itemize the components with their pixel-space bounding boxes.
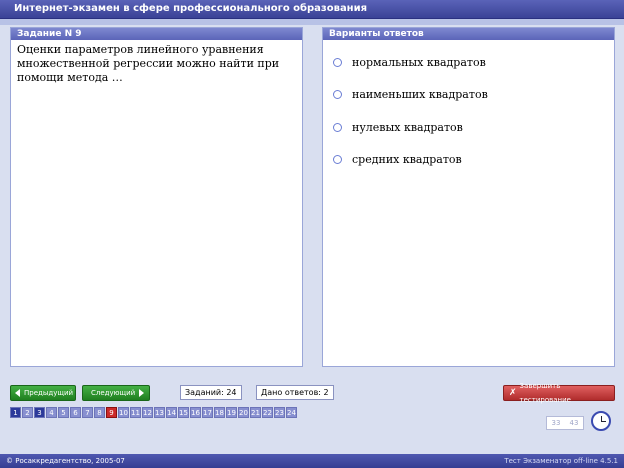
status-footer: © Росаккредагентство, 2005-07 Тест Экзам… [0, 454, 624, 468]
next-button[interactable]: Следующий [82, 385, 150, 401]
question-number-button[interactable]: 10 [118, 407, 129, 418]
question-number-button[interactable]: 14 [166, 407, 177, 418]
question-text: Оценки параметров линейного уравнения мн… [17, 43, 280, 84]
prev-button[interactable]: Предыдущий [10, 385, 76, 401]
question-number-button[interactable]: 16 [190, 407, 201, 418]
answer-option-3[interactable]: нулевых квадратов [333, 121, 463, 134]
radio-icon[interactable] [333, 90, 342, 99]
question-number-button[interactable]: 24 [286, 407, 297, 418]
question-number-button[interactable]: 21 [250, 407, 261, 418]
answer-option-4[interactable]: средних квадратов [333, 153, 462, 166]
question-panel-header: Задание N 9 [11, 28, 302, 40]
answers-given-count: Дано ответов: 2 [256, 385, 334, 400]
timer-minutes: 33 [551, 419, 561, 427]
question-number-button[interactable]: 23 [274, 407, 285, 418]
arrow-right-icon [139, 389, 145, 397]
title-underbar [0, 19, 624, 25]
arrow-left-icon [15, 389, 20, 397]
question-number-button[interactable]: 11 [130, 407, 141, 418]
radio-icon[interactable] [333, 155, 342, 164]
window-title: Интернет-экзамен в сфере профессионально… [14, 3, 368, 14]
radio-icon[interactable] [333, 58, 342, 67]
question-number-button[interactable]: 3 [34, 407, 45, 418]
radio-icon[interactable] [333, 123, 342, 132]
next-button-label: Следующий [91, 389, 136, 397]
prev-button-label: Предыдущий [24, 389, 74, 397]
answers-panel: Варианты ответов нормальных квадратов на… [322, 27, 615, 367]
question-number-button[interactable]: 2 [22, 407, 33, 418]
question-number-button[interactable]: 5 [58, 407, 69, 418]
answer-option-label: средних квадратов [352, 153, 462, 166]
question-panel: Задание N 9 Оценки параметров линейного … [10, 27, 303, 367]
question-number-bar: 1 2 3 4 5 6 7 8 9 10 11 12 13 14 15 16 1… [10, 407, 298, 418]
answer-option-2[interactable]: наименьших квадратов [333, 88, 488, 101]
answers-panel-header: Варианты ответов [323, 28, 614, 40]
answer-option-label: наименьших квадратов [352, 88, 488, 101]
question-number-button[interactable]: 22 [262, 407, 273, 418]
question-number-button[interactable]: 18 [214, 407, 225, 418]
answer-option-1[interactable]: нормальных квадратов [333, 56, 486, 69]
timer-display: 33 43 [546, 416, 584, 430]
window-titlebar: Интернет-экзамен в сфере профессионально… [0, 0, 624, 19]
question-number-button[interactable]: 7 [82, 407, 93, 418]
question-number-button[interactable]: 17 [202, 407, 213, 418]
question-number-button[interactable]: 8 [94, 407, 105, 418]
finish-test-button[interactable]: ✗ Завершить тестирование [503, 382, 615, 404]
question-number-button[interactable]: 12 [142, 407, 153, 418]
question-number-button[interactable]: 6 [70, 407, 81, 418]
finish-test-label: Завершить тестирование [519, 382, 571, 404]
answer-option-label: нормальных квадратов [352, 56, 486, 69]
question-number-button[interactable]: 20 [238, 407, 249, 418]
timer-seconds: 43 [569, 419, 579, 427]
copyright-text: © Росаккредагентство, 2005-07 [6, 457, 125, 465]
tasks-count: Заданий: 24 [180, 385, 242, 400]
answer-option-label: нулевых квадратов [352, 121, 463, 134]
question-number-button[interactable]: 13 [154, 407, 165, 418]
question-number-button[interactable]: 1 [10, 407, 21, 418]
question-number-button-current[interactable]: 9 [106, 407, 117, 418]
version-text: Тест Экзаменатор off-line 4.5.1 [504, 457, 618, 465]
question-number-button[interactable]: 19 [226, 407, 237, 418]
clock-icon [591, 411, 611, 431]
runner-icon: ✗ [509, 388, 517, 398]
question-number-button[interactable]: 4 [46, 407, 57, 418]
question-number-button[interactable]: 15 [178, 407, 189, 418]
